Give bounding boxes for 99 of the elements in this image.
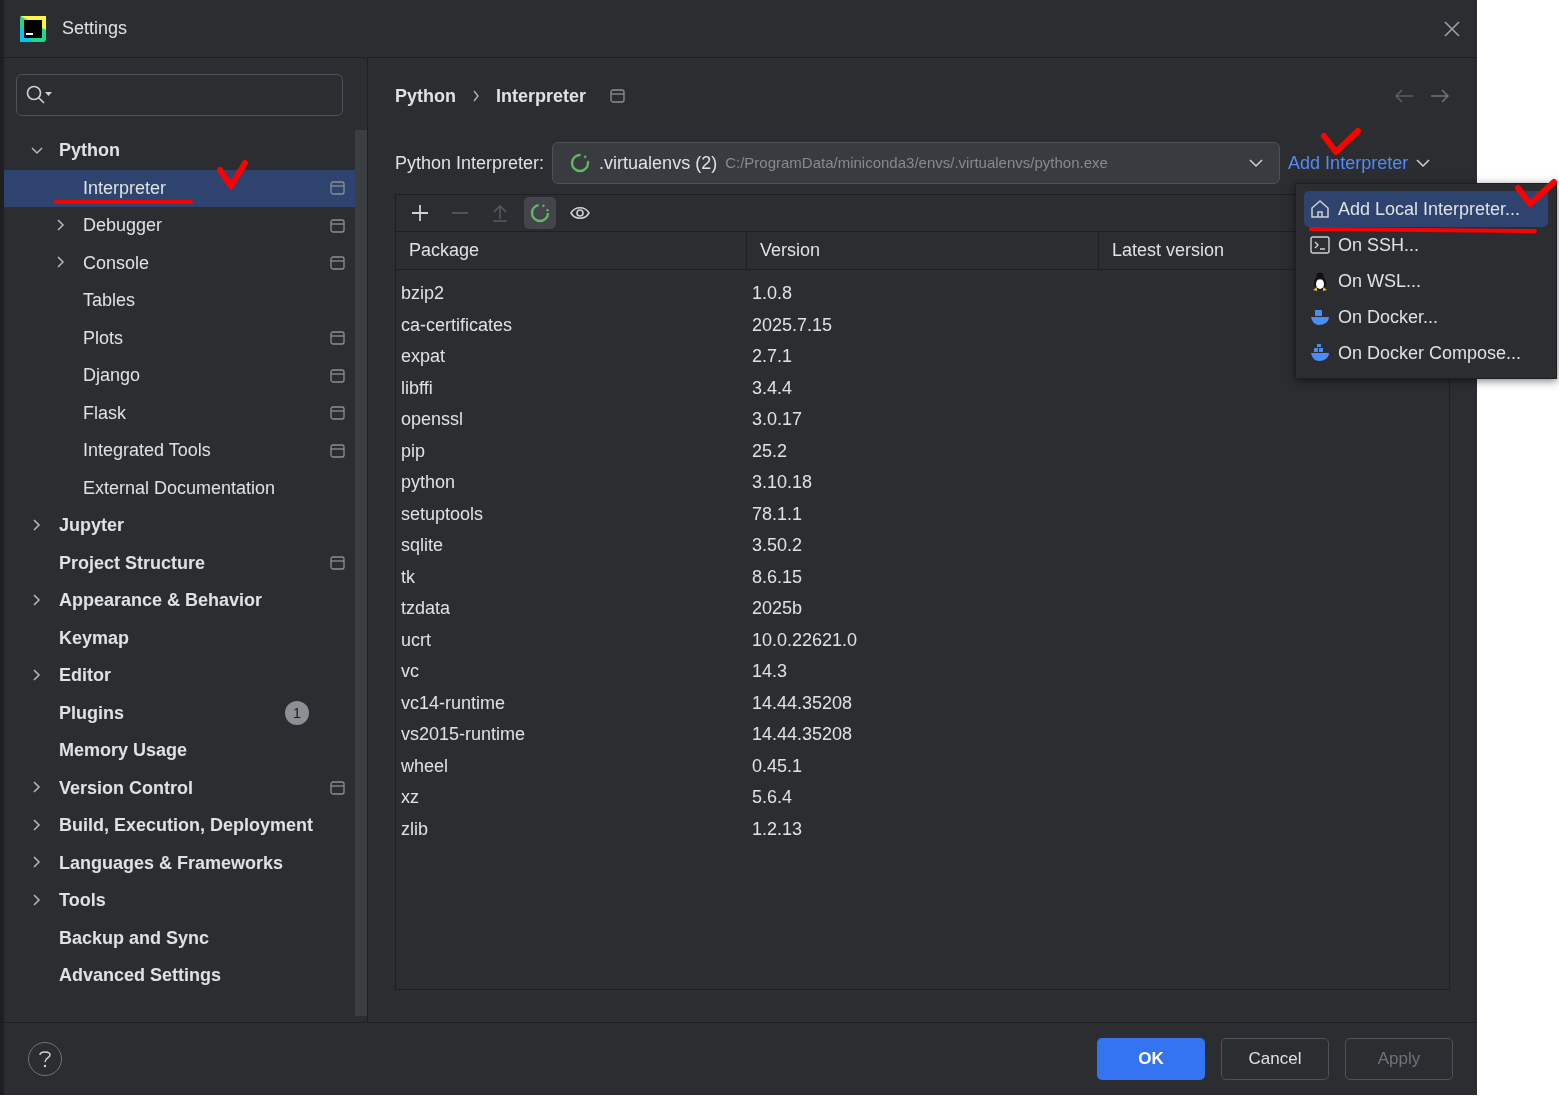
tree-item-label[interactable]: Memory Usage — [59, 737, 188, 765]
add-icon[interactable] — [410, 203, 430, 223]
table-cell-text: 1.0.8 — [751, 282, 794, 306]
forward-arrow-icon[interactable] — [1430, 89, 1450, 103]
window-icon — [610, 89, 626, 103]
table-cell-text: 0.45.1 — [751, 754, 804, 778]
whale-icon — [1310, 307, 1330, 327]
table-cell-text: 14.44.35208 — [751, 723, 854, 747]
app-logo-icon — [20, 15, 46, 42]
menu-item-highlight[interactable]: Add Local Interpreter... — [1304, 191, 1548, 227]
tree-item-label[interactable]: Plots — [83, 324, 124, 352]
dialog-button[interactable]: Cancel — [1221, 1037, 1329, 1080]
breadcrumb-item[interactable]: Interpreter — [496, 82, 587, 110]
close-icon[interactable] — [1443, 19, 1461, 38]
check-mark-annotation — [217, 160, 248, 189]
interpreter-path: C:/ProgramData/miniconda3/envs/.virtualenvs/python.exe — [725, 152, 1108, 173]
table-cell-text: python — [400, 471, 457, 495]
table-cell-text: vc14-runtime — [400, 691, 507, 715]
field-label: Python Interpreter: — [395, 151, 545, 175]
table-cell-text: bzip2 — [400, 282, 446, 306]
tree-item-label[interactable]: Backup and Sync — [59, 924, 210, 952]
search-icon — [25, 84, 53, 106]
home-icon — [1310, 199, 1330, 219]
menu-item[interactable]: On SSH... — [1338, 231, 1420, 259]
terminal-icon — [1310, 235, 1330, 255]
table-cell-text: 2.7.1 — [751, 345, 794, 369]
menu-item[interactable]: On WSL... — [1338, 267, 1422, 295]
add-interpreter-link[interactable]: Add Interpreter — [1288, 149, 1431, 177]
table-cell-text: 8.6.15 — [751, 565, 804, 589]
table-cell-text: 10.0.22621.0 — [751, 628, 859, 652]
table-cell-text: 3.50.2 — [751, 534, 804, 558]
tree-item-label[interactable]: Tables — [83, 287, 136, 315]
table-cell-text: libffi — [400, 376, 434, 400]
tree-item-label[interactable]: Project Structure — [59, 549, 206, 577]
table-cell-text: vs2015-runtime — [400, 723, 527, 747]
tree-item-label[interactable]: Editor — [59, 662, 111, 690]
table-cell-text: 25.2 — [751, 439, 789, 463]
search-field[interactable] — [16, 74, 343, 116]
table-cell-text: 14.44.35208 — [751, 691, 854, 715]
table-cell-text: 5.6.4 — [751, 786, 794, 810]
table-cell-text: expat — [400, 345, 447, 369]
whale-icon — [1310, 343, 1330, 363]
table-cell-text: openssl — [400, 408, 465, 432]
selected-tree-row[interactable]: Interpreter — [4, 169, 355, 207]
tree-item-label[interactable]: Tools — [59, 887, 106, 915]
table-cell-text: 2025.7.15 — [751, 313, 834, 337]
tree-item-label[interactable]: Languages & Frameworks — [59, 849, 284, 877]
table-cell-text: ca-certificates — [400, 313, 514, 337]
menu-item[interactable]: On Docker Compose... — [1338, 339, 1522, 367]
help-icon[interactable] — [38, 1048, 52, 1069]
table-cell-text: tk — [400, 565, 416, 589]
table-cell-text: zlib — [400, 817, 429, 841]
table-cell-text: 2025b — [751, 597, 804, 621]
tree-item-label[interactable]: Console — [83, 249, 150, 277]
tree-item-label[interactable]: Debugger — [83, 212, 163, 240]
tree-item-label[interactable]: Django — [83, 362, 141, 390]
tree-item-label[interactable]: Python — [59, 137, 120, 165]
tree-item-label[interactable]: Plugins — [59, 699, 124, 727]
breadcrumb-item[interactable]: Python — [395, 82, 456, 110]
table-cell-text: sqlite — [400, 534, 445, 558]
table-cell-text: tzdata — [400, 597, 452, 621]
interpreter-name: .virtualenvs (2) — [599, 151, 718, 175]
column-header[interactable]: Version — [747, 232, 1099, 269]
tree-item-label[interactable]: Version Control — [59, 774, 193, 802]
table-cell-text: 14.3 — [751, 660, 789, 684]
interpreter-dropdown[interactable]: .virtualenvs (2) C:/ProgramData/miniconda3/envs/.virtualenvs/python.exe — [552, 142, 1281, 184]
column-header[interactable]: Package — [396, 232, 747, 269]
table-cell-text: vc — [400, 660, 420, 684]
dialog-button[interactable]: OK — [1097, 1037, 1205, 1080]
table-cell-text: pip — [400, 439, 427, 463]
table-cell-text: 3.10.18 — [751, 471, 814, 495]
tree-item-label[interactable]: Appearance & Behavior — [59, 587, 263, 615]
menu-item[interactable]: On Docker... — [1338, 303, 1439, 331]
table-cell-text: 3.0.17 — [751, 408, 804, 432]
tree-item-label[interactable]: Integrated Tools — [83, 437, 211, 465]
scrollbar[interactable] — [355, 130, 367, 1016]
table-cell-text: ucrt — [400, 628, 432, 652]
tree-item-label[interactable]: External Documentation — [83, 474, 276, 502]
breadcrumb-chevron-icon — [472, 90, 480, 102]
tree-item-label[interactable]: Jupyter — [59, 512, 125, 540]
menu-item[interactable]: Add Local Interpreter... — [1338, 195, 1521, 223]
check-mark-annotation — [1321, 128, 1361, 155]
refresh-button[interactable] — [524, 197, 556, 229]
python-env-icon — [569, 152, 592, 174]
table-cell-text: 3.4.4 — [751, 376, 794, 400]
refresh-icon[interactable] — [530, 203, 550, 223]
chevron-down-icon — [1249, 158, 1264, 168]
table-cell-text: xz — [400, 786, 420, 810]
table-cell-text: 78.1.1 — [751, 502, 804, 526]
table-cell-text: setuptools — [400, 502, 485, 526]
window-title: Settings — [62, 17, 128, 40]
tree-item-label[interactable]: Keymap — [59, 624, 130, 652]
tree-item-label[interactable]: Interpreter — [83, 174, 167, 202]
tree-item-label[interactable]: Advanced Settings — [59, 962, 222, 990]
tree-item-label[interactable]: Build, Execution, Deployment — [59, 812, 314, 840]
table-cell-text: wheel — [400, 754, 450, 778]
table-cell-text: 1.2.13 — [751, 817, 804, 841]
count-badge: 1 — [285, 701, 309, 726]
tree-item-label[interactable]: Flask — [83, 399, 126, 427]
